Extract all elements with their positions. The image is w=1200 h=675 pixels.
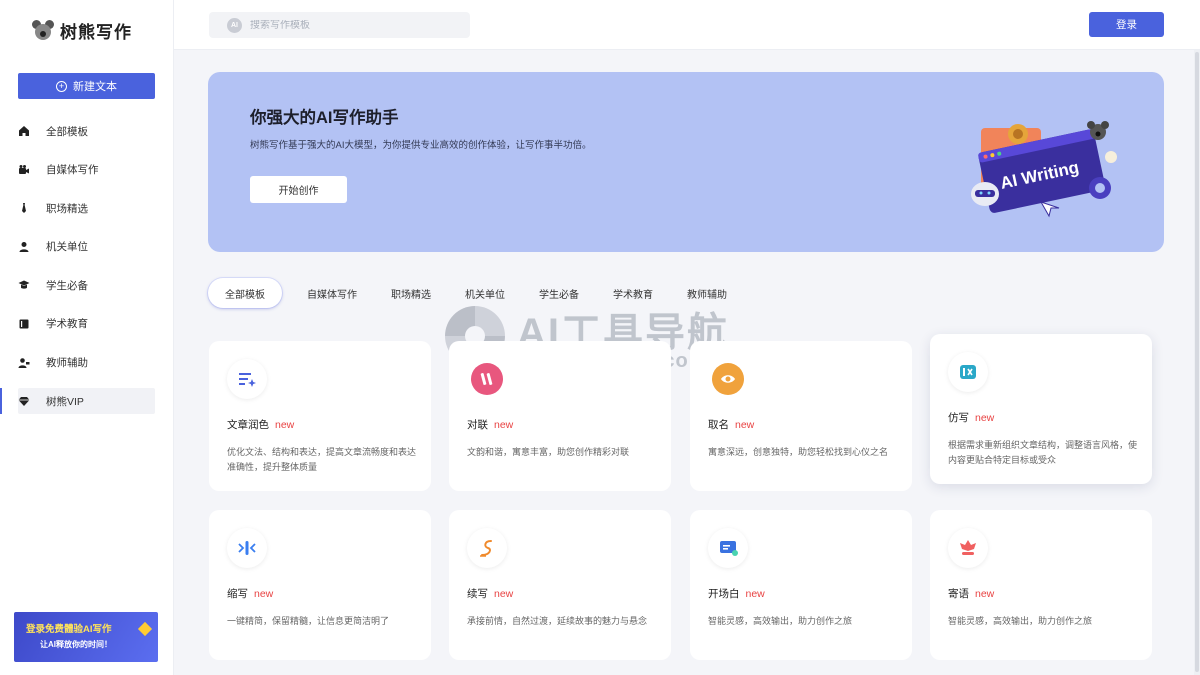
sidebar-item-media[interactable]: 自媒体写作 [0,157,174,183]
template-card[interactable]: 开场白 new 智能灵感，高效输出，助力创作之旅 [690,510,912,660]
new-badge: new [254,588,274,600]
ai-writing-illustration: AI Writing [971,121,1117,218]
promo-banner[interactable]: 登录免费體验AI写作 让AI释放你的时间！ [14,612,158,662]
sidebar-item-label: 自媒体写作 [46,164,99,177]
home-icon [18,125,30,137]
naming-icon [712,363,744,395]
sidebar-item-label: 职场精选 [46,202,88,215]
imitate-icon [948,352,988,392]
card-description: 根据需求重新组织文章结构，调整语言风格，使内容更贴合特定目标或受众 [948,440,1138,465]
top-header: AI 登录 [174,0,1200,50]
sidebar-item-label: 全部模板 [46,125,88,138]
continue-icon [467,528,507,568]
sidebar-item-label: 教师辅助 [46,357,88,370]
template-card[interactable]: 仿写 new 根据需求重新组织文章结构，调整语言风格，使内容更贴合特定目标或受众 [930,334,1152,484]
search-input[interactable] [250,19,450,31]
card-description: 承接前情，自然过渡，延续故事的魅力与悬念 [467,616,648,626]
abbreviate-icon [227,528,267,568]
template-card[interactable]: 对联 new 文韵和谐，寓意丰富，助您创作精彩对联 [449,341,671,491]
login-button[interactable]: 登录 [1089,12,1164,37]
sidebar-item-teacher[interactable]: 教师辅助 [0,350,174,376]
search-bar[interactable]: AI [209,12,470,38]
category-tabs: 全部模板 自媒体写作 职场精选 机关单位 学生必备 学术教育 教师辅助 [208,278,744,308]
new-text-label: 新建文本 [73,81,117,93]
card-title: 开场白 new [708,588,765,600]
card-title: 续写 new [467,588,514,600]
new-text-button[interactable]: + 新建文本 [18,73,155,99]
start-writing-button[interactable]: 开始创作 [250,176,347,203]
koala-icon [32,19,54,42]
sidebar-item-all-templates[interactable]: 全部模板 [0,118,174,144]
book-icon [18,318,30,330]
card-description: 智能灵感，高效输出，助力创作之旅 [708,616,853,626]
search-ai-icon: AI [227,17,242,33]
teacher-icon [18,357,30,369]
card-title: 仿写 new [948,412,995,424]
new-badge: new [494,419,514,431]
template-card[interactable]: 文章润色 new 优化文法、结构和表达，提高文章流畅度和表达准确性，提升整体质量 [209,341,431,491]
card-title: 寄语 new [948,588,995,600]
person-icon [18,241,30,253]
tab-workplace[interactable]: 职场精选 [374,278,448,308]
new-badge: new [735,419,755,431]
sidebar-item-label: 树熊VIP [46,395,84,408]
scrollbar-thumb[interactable] [1195,52,1199,672]
plus-circle-icon: + [56,80,67,92]
tab-government[interactable]: 机关单位 [448,278,522,308]
card-description: 文韵和谐，寓意丰富，助您创作精彩对联 [467,447,630,457]
tie-icon [18,202,30,214]
card-title: 对联 new [467,419,514,431]
flower-icon [948,528,988,568]
tab-student[interactable]: 学生必备 [522,278,596,308]
template-card[interactable]: 寄语 new 智能灵感，高效输出，助力创作之旅 [930,510,1152,660]
hero-subtitle: 树熊写作基于强大的AI大模型，为你提供专业高效的创作体验，让写作事半功倍。 [250,140,592,151]
new-badge: new [975,588,995,600]
diamond-icon [18,395,30,407]
polish-icon [227,359,267,399]
card-description: 寓意深远，创意独特，助您轻松找到心仪之名 [708,447,889,457]
sidebar: 树熊写作 + 新建文本 全部模板 自媒体写作 职场精选 机关单位 学生必备 学术… [0,0,174,675]
card-title: 缩写 new [227,588,274,600]
new-badge: new [494,588,514,600]
sidebar-item-label: 机关单位 [46,241,88,254]
sidebar-item-student[interactable]: 学生必备 [0,272,174,298]
card-description: 一键精简，保留精髓，让信息更简洁明了 [227,616,390,626]
promo-line2: 让AI释放你的时间！ [40,640,112,649]
template-card[interactable]: 续写 new 承接前情，自然过渡，延续故事的魅力与悬念 [449,510,671,660]
sidebar-item-academic[interactable]: 学术教育 [0,311,174,337]
hero-banner: 你强大的AI写作助手 树熊写作基于强大的AI大模型，为你提供专业高效的创作体验，… [208,72,1164,252]
promo-line1: 登录免费體验AI写作 [26,624,112,635]
template-card[interactable]: 取名 new 寓意深远，创意独特，助您轻松找到心仪之名 [690,341,912,491]
new-badge: new [975,412,995,424]
card-description: 智能灵感，高效输出，助力创作之旅 [948,616,1093,626]
tab-academic[interactable]: 学术教育 [596,278,670,308]
logo-text: 树熊写作 [60,23,132,42]
template-card[interactable]: 缩写 new 一键精简，保留精髓，让信息更简洁明了 [209,510,431,660]
hero-title: 你强大的AI写作助手 [250,109,399,127]
app-logo[interactable]: 树熊写作 [32,18,132,43]
new-badge: new [745,588,765,600]
tab-all-templates[interactable]: 全部模板 [208,278,282,308]
sidebar-item-vip[interactable]: 树熊VIP [0,388,155,415]
couplet-icon [471,363,503,395]
sidebar-item-label: 学术教育 [46,318,88,331]
sidebar-item-workplace[interactable]: 职场精选 [0,195,174,221]
scrollbar[interactable] [1194,50,1200,675]
student-icon [18,279,30,291]
opening-icon [708,528,748,568]
camera-icon [18,164,30,176]
card-title: 文章润色 new [227,419,295,431]
sidebar-nav: 全部模板 自媒体写作 职场精选 机关单位 学生必备 学术教育 教师辅助 树熊VI… [0,118,174,427]
sidebar-item-government[interactable]: 机关单位 [0,234,174,260]
tab-media[interactable]: 自媒体写作 [290,278,374,308]
card-description: 优化文法、结构和表达，提高文章流畅度和表达准确性，提升整体质量 [227,447,417,472]
tab-teacher[interactable]: 教师辅助 [670,278,744,308]
card-title: 取名 new [708,419,755,431]
new-badge: new [275,419,295,431]
sidebar-item-label: 学生必备 [46,279,88,292]
